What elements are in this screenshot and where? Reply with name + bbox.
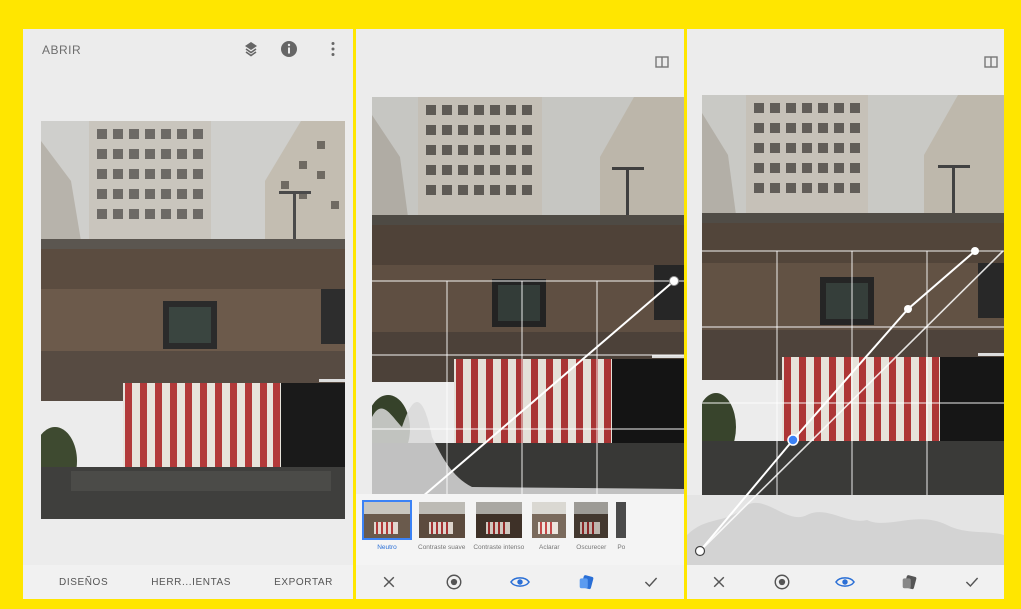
preset-thumbnail <box>532 502 567 538</box>
curves-graph[interactable] <box>687 29 1004 565</box>
preset-darken[interactable]: Oscurecer <box>574 502 609 551</box>
curves-graph[interactable] <box>372 97 684 497</box>
preset-lighten[interactable]: Aclarar <box>532 502 567 551</box>
curves-tool-icon[interactable] <box>898 571 920 593</box>
tab-export[interactable]: EXPORTAR <box>274 577 333 588</box>
eye-icon[interactable] <box>509 571 531 593</box>
photo-preview <box>41 121 345 519</box>
tab-looks[interactable]: DISEÑOS <box>59 577 108 588</box>
layers-icon[interactable] <box>241 39 261 59</box>
editor-panel-curves-presets: Neutro Contraste suave Contraste intenso… <box>356 29 684 599</box>
editor-panel-main: ABRIR DISEÑOS HERR...IENTAS EXPORTAR <box>23 29 353 599</box>
preset-label: Contraste intenso <box>473 544 525 551</box>
presets-strip: Neutro Contraste suave Contraste intenso… <box>356 494 684 565</box>
preset-partial[interactable]: Po <box>616 502 627 551</box>
check-icon[interactable] <box>640 571 662 593</box>
preset-label: Aclarar <box>539 544 560 551</box>
photo-preview <box>372 97 684 497</box>
preset-thumbnail <box>574 502 609 538</box>
preset-thumbnail <box>418 502 465 538</box>
info-icon[interactable] <box>279 39 299 59</box>
preset-soft-contrast[interactable]: Contraste suave <box>418 502 465 551</box>
compare-icon[interactable] <box>654 54 670 70</box>
open-button[interactable]: ABRIR <box>42 43 81 57</box>
tab-tools[interactable]: HERR...IENTAS <box>151 577 231 588</box>
preset-label: Oscurecer <box>576 544 607 551</box>
preset-neutral[interactable]: Neutro <box>362 500 412 551</box>
preset-label: Contraste suave <box>418 544 466 551</box>
preset-strong-contrast[interactable]: Contraste intenso <box>473 502 524 551</box>
action-bar <box>687 565 1004 599</box>
preset-label: Neutro <box>377 544 397 551</box>
more-vert-icon[interactable] <box>323 39 343 59</box>
action-bar <box>356 565 684 599</box>
curves-tool-icon[interactable] <box>575 571 597 593</box>
close-icon[interactable] <box>378 571 400 593</box>
preset-label: Po <box>617 544 626 551</box>
style-icon[interactable] <box>443 571 465 593</box>
editor-panel-curves-edit <box>687 29 1004 599</box>
style-icon[interactable] <box>771 571 793 593</box>
bottom-nav: DISEÑOS HERR...IENTAS EXPORTAR <box>23 565 353 599</box>
close-icon[interactable] <box>708 571 730 593</box>
check-icon[interactable] <box>961 571 983 593</box>
preset-thumbnail <box>475 502 522 538</box>
preset-thumbnail <box>362 500 412 540</box>
eye-icon[interactable] <box>834 571 856 593</box>
preset-thumbnail <box>616 502 627 538</box>
